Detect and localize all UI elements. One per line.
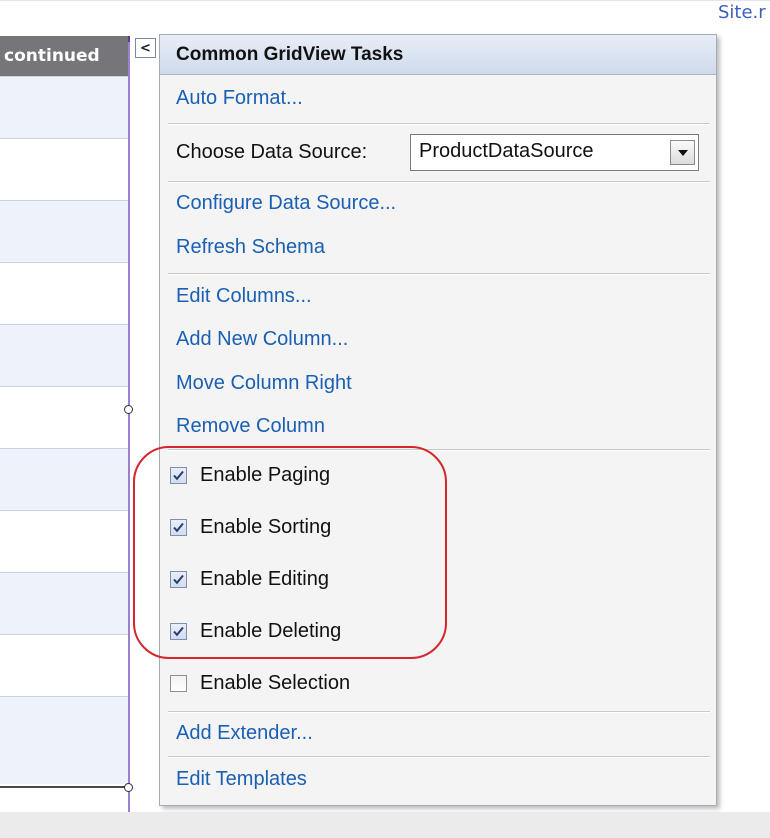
edit-columns-link[interactable]: Edit Columns... bbox=[176, 285, 312, 308]
selection-border bbox=[128, 36, 130, 816]
enable-selection-checkbox[interactable] bbox=[170, 674, 187, 692]
enable-deleting-label: Enable Deleting bbox=[200, 619, 342, 642]
move-column-right-link[interactable]: Move Column Right bbox=[176, 372, 352, 395]
enable-paging-option[interactable]: Enable Paging bbox=[170, 461, 330, 489]
enable-selection-label: Enable Selection bbox=[200, 671, 351, 694]
grid-row bbox=[0, 696, 128, 784]
auto-format-link[interactable]: Auto Format... bbox=[176, 87, 303, 110]
separator bbox=[168, 756, 710, 758]
data-source-dropdown[interactable]: ProductDataSource bbox=[410, 134, 699, 171]
enable-deleting-checkbox[interactable] bbox=[170, 622, 187, 640]
top-border bbox=[0, 0, 770, 1]
enable-sorting-checkbox[interactable] bbox=[170, 518, 187, 536]
separator bbox=[168, 711, 710, 713]
panel-title: Common GridView Tasks bbox=[160, 35, 716, 75]
separator bbox=[168, 449, 710, 451]
separator bbox=[168, 181, 710, 183]
grid-header-text: continued bbox=[4, 46, 100, 66]
chevron-left-icon: < bbox=[140, 40, 151, 56]
document-tab-site[interactable]: Site.r bbox=[718, 2, 770, 28]
enable-editing-label: Enable Editing bbox=[200, 567, 329, 590]
enable-sorting-label: Enable Sorting bbox=[200, 515, 332, 538]
add-new-column-link[interactable]: Add New Column... bbox=[176, 328, 348, 351]
grid-row bbox=[0, 138, 128, 200]
edit-templates-link[interactable]: Edit Templates bbox=[176, 768, 307, 791]
add-extender-link[interactable]: Add Extender... bbox=[176, 722, 313, 745]
grid-row bbox=[0, 324, 128, 386]
smart-tag-collapse-button[interactable]: < bbox=[135, 38, 156, 58]
grid-bottom-border bbox=[0, 786, 128, 788]
enable-deleting-option[interactable]: Enable Deleting bbox=[170, 617, 341, 645]
grid-row bbox=[0, 200, 128, 262]
resize-handle-middle[interactable] bbox=[124, 405, 133, 414]
grid-row bbox=[0, 76, 128, 138]
checkmark-icon bbox=[173, 522, 184, 532]
grid-row bbox=[0, 386, 128, 448]
checkmark-icon bbox=[173, 626, 184, 636]
checkmark-icon bbox=[173, 470, 184, 480]
designer-bottom-strip bbox=[0, 812, 770, 838]
remove-column-link[interactable]: Remove Column bbox=[176, 415, 325, 438]
selection-border-cap bbox=[128, 36, 130, 42]
refresh-schema-link[interactable]: Refresh Schema bbox=[176, 236, 325, 259]
grid-row bbox=[0, 634, 128, 696]
grid-row bbox=[0, 572, 128, 634]
configure-data-source-link[interactable]: Configure Data Source... bbox=[176, 192, 396, 215]
gridview-tasks-panel: Common GridView Tasks Auto Format... Cho… bbox=[159, 34, 717, 806]
separator bbox=[168, 273, 710, 275]
gridview-preview[interactable]: continued bbox=[0, 36, 128, 786]
checkmark-icon bbox=[173, 574, 184, 584]
enable-editing-checkbox[interactable] bbox=[170, 570, 187, 588]
resize-handle-bottom[interactable] bbox=[124, 783, 133, 792]
enable-paging-label: Enable Paging bbox=[200, 463, 331, 486]
enable-selection-option[interactable]: Enable Selection bbox=[170, 669, 350, 697]
grid-row bbox=[0, 510, 128, 572]
enable-editing-option[interactable]: Enable Editing bbox=[170, 565, 329, 593]
enable-paging-checkbox[interactable] bbox=[170, 466, 187, 484]
data-source-label: Choose Data Source: bbox=[176, 141, 368, 163]
separator bbox=[168, 123, 710, 125]
data-source-value: ProductDataSource bbox=[419, 140, 594, 162]
grid-header-cell: continued bbox=[0, 36, 128, 76]
grid-row bbox=[0, 448, 128, 510]
grid-row bbox=[0, 262, 128, 324]
dropdown-arrow-icon[interactable] bbox=[670, 140, 695, 165]
enable-sorting-option[interactable]: Enable Sorting bbox=[170, 513, 331, 541]
